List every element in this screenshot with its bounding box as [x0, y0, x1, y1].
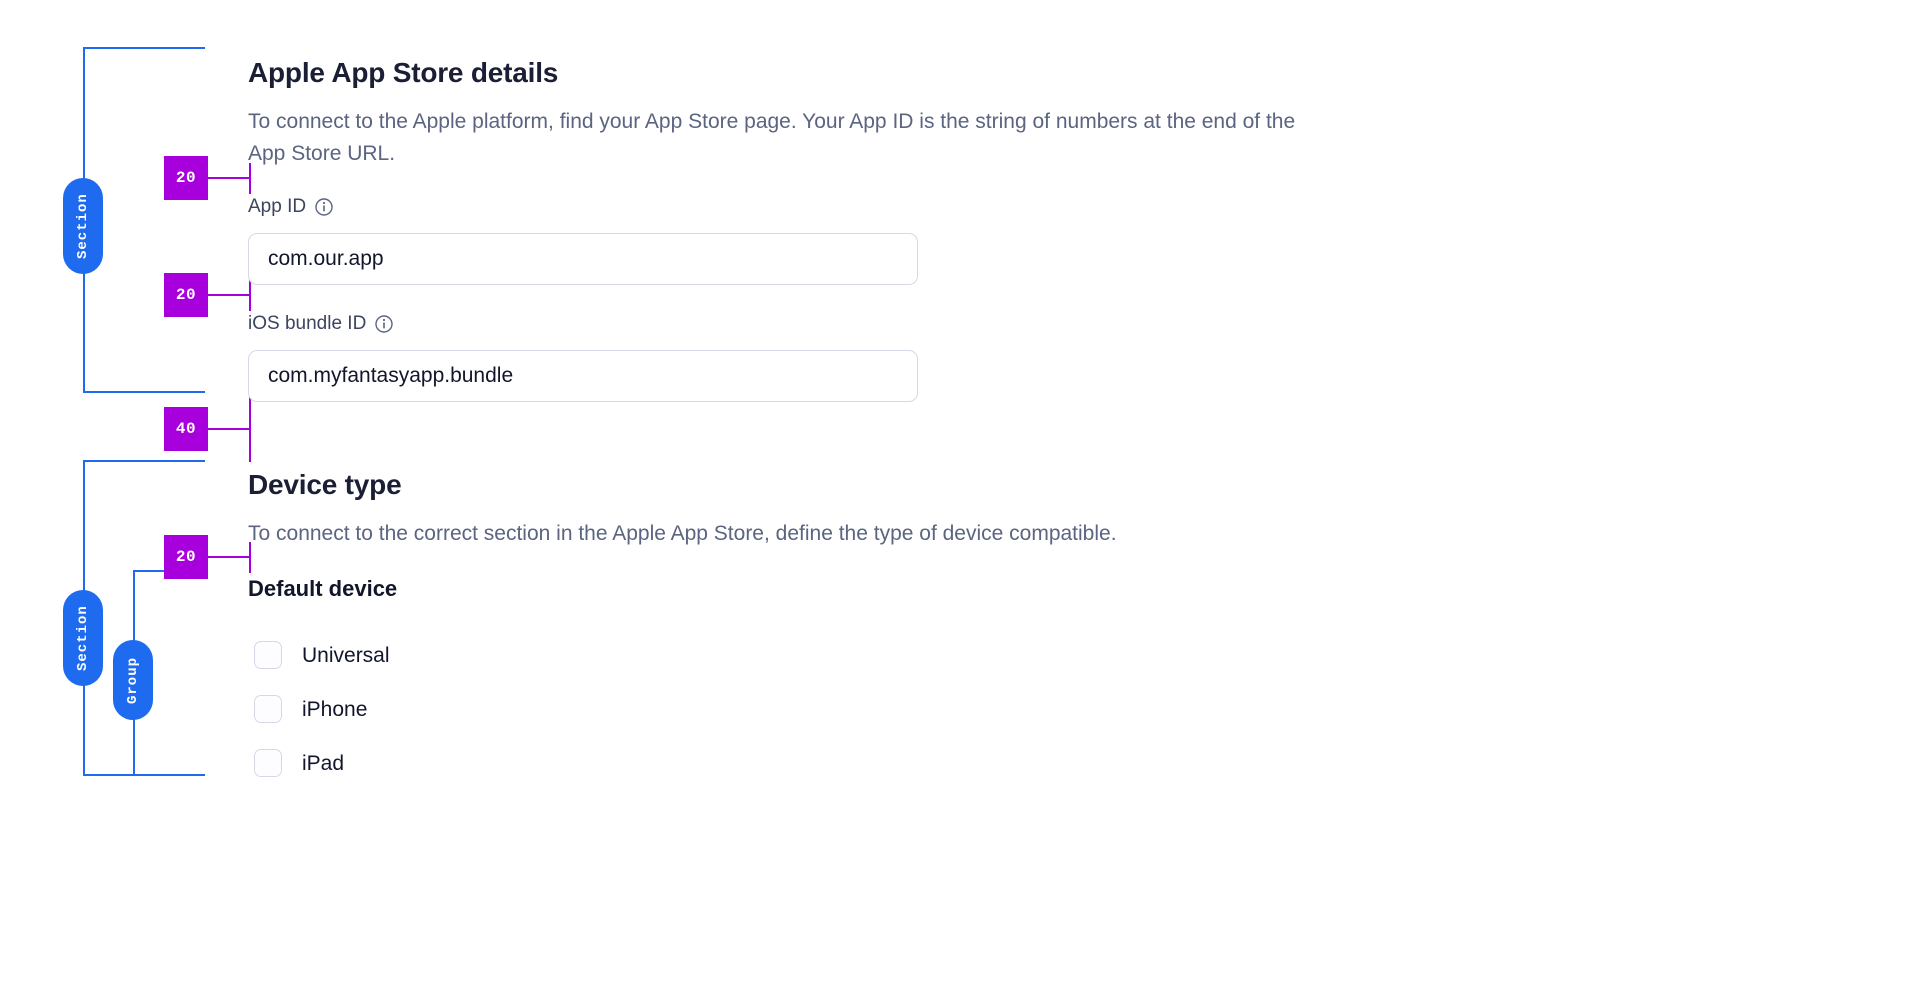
- section-label-2-text: Section: [75, 605, 91, 671]
- spacing-badge-4-text: 20: [175, 548, 197, 566]
- field-label-app-id-text: App ID: [248, 196, 307, 217]
- field-label-app-id: App ID: [248, 197, 948, 216]
- section-description-device-type: To connect to the correct section in the…: [248, 521, 1117, 545]
- info-icon[interactable]: [315, 197, 333, 216]
- section-label-1-text: Section: [75, 193, 91, 259]
- checkbox-row-ipad[interactable]: iPad: [254, 748, 948, 778]
- spacing-badge-4: 20: [164, 535, 208, 579]
- spec-annotation-canvas: Section Section Group 20 20 40 20 Apple …: [0, 0, 1920, 988]
- spacing-line-3: [208, 428, 250, 430]
- section-label-2: Section: [63, 590, 103, 686]
- group-label-1: Group: [113, 640, 153, 720]
- checkbox-label-iphone: iPhone: [302, 697, 368, 721]
- ios-bundle-id-input[interactable]: [248, 350, 918, 402]
- spacing-badge-1-text: 20: [175, 169, 197, 187]
- checkbox-row-iphone[interactable]: iPhone: [254, 694, 948, 724]
- spacing-badge-2-text: 20: [175, 286, 197, 304]
- checkbox-label-universal: Universal: [302, 643, 390, 667]
- spacing-line-4: [208, 556, 250, 558]
- spacing-badge-3: 40: [164, 407, 208, 451]
- spacing-line-2: [208, 294, 250, 296]
- spacing-badge-3-text: 40: [175, 420, 197, 438]
- section-label-1: Section: [63, 178, 103, 274]
- spacing-badge-2: 20: [164, 273, 208, 317]
- section-device-type: Device type To connect to the correct se…: [248, 468, 1348, 550]
- section-title-apple-app-store-details: Apple App Store details: [248, 57, 559, 88]
- checkbox-label-ipad: iPad: [302, 751, 345, 775]
- checkbox-row-universal[interactable]: Universal: [254, 640, 948, 670]
- group-title-default-device: Default device: [248, 576, 398, 601]
- field-label-ios-bundle-id: iOS bundle ID: [248, 314, 948, 333]
- group-label-1-text: Group: [125, 656, 141, 704]
- section-apple-app-store-details: Apple App Store details To connect to th…: [248, 56, 1348, 170]
- checkbox-iphone[interactable]: [254, 695, 282, 724]
- field-app-id: App ID: [248, 197, 948, 285]
- spacing-line-1: [208, 177, 250, 179]
- section-title-device-type: Device type: [248, 469, 402, 500]
- field-label-ios-bundle-id-text: iOS bundle ID: [248, 313, 367, 334]
- checkbox-universal[interactable]: [254, 641, 282, 670]
- spacing-badge-1: 20: [164, 156, 208, 200]
- section-description-apple-app-store-details: To connect to the Apple platform, find y…: [248, 109, 1296, 165]
- group-default-device: Default device Universal iPhone iPad: [248, 576, 948, 778]
- app-id-input[interactable]: [248, 233, 918, 285]
- field-ios-bundle-id: iOS bundle ID: [248, 314, 948, 402]
- info-icon[interactable]: [375, 314, 393, 333]
- checkbox-list-default-device: Universal iPhone iPad: [248, 640, 948, 778]
- checkbox-ipad[interactable]: [254, 749, 282, 778]
